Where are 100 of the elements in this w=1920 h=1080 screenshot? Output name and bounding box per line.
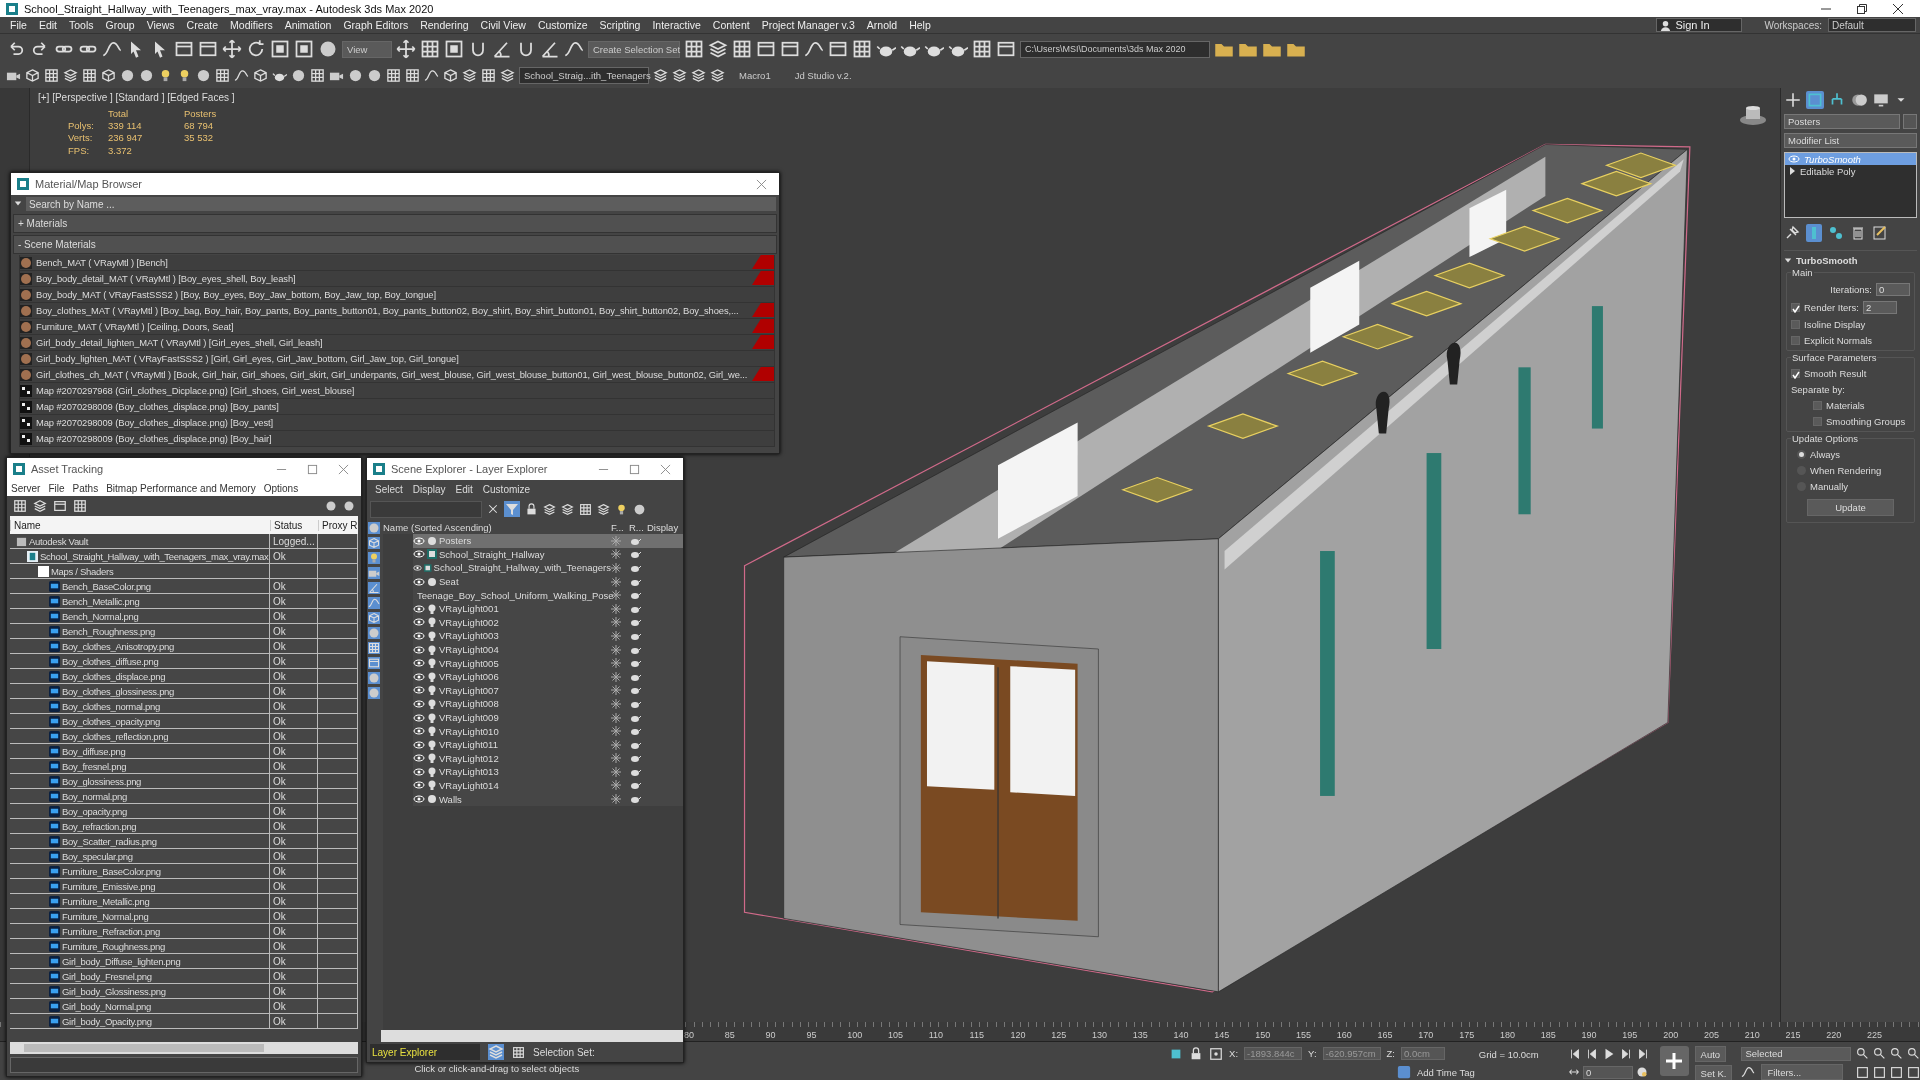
- window-icon[interactable]: [828, 39, 848, 59]
- material-row[interactable]: Map #2070298009 (Boy_clothes_displace.png) [Boy_hair]: [19, 431, 775, 447]
- window-icon[interactable]: [53, 499, 67, 513]
- scale-icon[interactable]: [270, 39, 290, 59]
- object-name-field[interactable]: Posters: [1784, 114, 1900, 129]
- path-field[interactable]: [10, 1057, 358, 1073]
- freeze-icon[interactable]: [611, 576, 621, 587]
- eye-icon[interactable]: [413, 630, 425, 641]
- group-header[interactable]: - Scene Materials: [13, 235, 777, 254]
- menu-item[interactable]: Edit: [32, 19, 63, 31]
- field-of-view-icon[interactable]: [1856, 1065, 1869, 1079]
- menu-item[interactable]: Interactive: [646, 19, 707, 31]
- eye-icon[interactable]: [413, 739, 425, 750]
- eye-icon[interactable]: [413, 794, 425, 805]
- window-icon[interactable]: [780, 39, 800, 59]
- eye-icon[interactable]: [413, 658, 425, 669]
- material-row[interactable]: Map #2070297968 (Girl_clothes_Dicplace.png) [Girl_shoes, Girl_west_blouse]: [19, 383, 775, 399]
- freeze-icon[interactable]: [611, 590, 621, 601]
- search-field[interactable]: [370, 500, 482, 518]
- macro-button[interactable]: Macro1: [729, 69, 781, 81]
- freeze-icon[interactable]: [611, 766, 621, 777]
- menu-item[interactable]: Create: [180, 19, 225, 31]
- freeze-icon[interactable]: [611, 753, 621, 764]
- scale-icon[interactable]: [444, 39, 464, 59]
- eye-icon[interactable]: [413, 780, 425, 791]
- eye-icon[interactable]: [413, 617, 425, 628]
- checkbox[interactable]: [1791, 336, 1800, 345]
- layers-icon[interactable]: [33, 499, 47, 513]
- grid-icon[interactable]: [732, 39, 752, 59]
- sphere-icon[interactable]: [348, 67, 363, 83]
- material-row[interactable]: Boy_body_detail_MAT ( VRayMtl ) [Boy_eyes_shell, Boy_leash]: [19, 271, 775, 287]
- layers-icon[interactable]: [63, 67, 78, 83]
- layer-row[interactable]: VRayLight003: [413, 629, 683, 643]
- layers-icon[interactable]: [500, 67, 515, 83]
- window-icon[interactable]: [996, 39, 1016, 59]
- column-header[interactable]: Display: [647, 521, 683, 533]
- trash-icon[interactable]: [1850, 225, 1866, 241]
- update-button[interactable]: Update: [1807, 499, 1894, 516]
- checkbox[interactable]: [1813, 401, 1822, 410]
- current-frame-field[interactable]: 0: [1583, 1065, 1634, 1079]
- menu-item[interactable]: Options: [263, 482, 299, 494]
- layers-icon[interactable]: [597, 502, 610, 516]
- layers-icon[interactable]: [710, 67, 725, 83]
- horizontal-scrollbar[interactable]: [10, 1042, 358, 1054]
- layer-row[interactable]: VRayLight005: [413, 656, 683, 670]
- render-teapot-icon[interactable]: [629, 590, 641, 601]
- auto-key-button[interactable]: Auto: [1694, 1046, 1727, 1062]
- zoom-extents-icon[interactable]: [1890, 1047, 1903, 1061]
- grid-icon[interactable]: [13, 499, 27, 513]
- selection-set-dropdown[interactable]: Create Selection Set: [588, 40, 680, 58]
- column-header[interactable]: Name: [10, 519, 270, 531]
- curve-icon[interactable]: [564, 39, 584, 59]
- time-tag-icon[interactable]: [1396, 1065, 1411, 1080]
- menu-item[interactable]: Display: [412, 483, 446, 495]
- eye-icon[interactable]: [413, 535, 425, 546]
- eye-icon[interactable]: [413, 698, 425, 709]
- checkbox[interactable]: [1791, 369, 1800, 378]
- menu-item[interactable]: Content: [706, 19, 756, 31]
- column-header[interactable]: Name (Sorted Ascending): [383, 521, 611, 533]
- freeze-icon[interactable]: [611, 617, 621, 628]
- maximize-icon[interactable]: [307, 463, 318, 475]
- pan-icon[interactable]: [1873, 1065, 1886, 1079]
- workspace-dropdown[interactable]: Default: [1828, 18, 1916, 32]
- render-teapot-icon[interactable]: [629, 780, 641, 791]
- curve-editor-icon[interactable]: [1741, 1065, 1756, 1079]
- sphere-icon[interactable]: [367, 67, 382, 83]
- grid-icon[interactable]: [684, 39, 704, 59]
- move-icon[interactable]: [396, 39, 416, 59]
- cube-icon[interactable]: [25, 67, 40, 83]
- grid-icon[interactable]: [512, 1045, 525, 1059]
- material-row[interactable]: Girl_body_lighten_MAT ( VRayFastSSS2 ) [Girl, Girl_eyes, Girl_Jaw_bottom, Girl_Jaw_top, Girl_tongue]: [19, 351, 775, 367]
- layers-icon[interactable]: [653, 67, 668, 83]
- sphere-icon[interactable]: [318, 39, 338, 59]
- freeze-icon[interactable]: [611, 698, 621, 709]
- layers-icon[interactable]: [561, 502, 574, 516]
- layer-row[interactable]: VRayLight013: [413, 765, 683, 779]
- eye-icon[interactable]: [413, 685, 425, 696]
- close-icon[interactable]: [1892, 2, 1904, 15]
- display-icon[interactable]: [1872, 91, 1890, 109]
- cube-icon[interactable]: [253, 67, 268, 83]
- create-icon[interactable]: [1784, 91, 1802, 109]
- render-teapot-icon[interactable]: [629, 794, 641, 805]
- make-unique-icon[interactable]: [1828, 225, 1844, 241]
- eye-icon[interactable]: [413, 712, 425, 723]
- angle-icon[interactable]: [492, 39, 512, 59]
- freeze-icon[interactable]: [611, 685, 621, 696]
- column-header[interactable]: Proxy R: [318, 519, 358, 531]
- set-key-mode-button[interactable]: Set K.: [1694, 1065, 1733, 1080]
- curve-icon[interactable]: [102, 39, 122, 59]
- menu-item[interactable]: Rendering: [414, 19, 475, 31]
- menu-item[interactable]: Tools: [63, 19, 100, 31]
- menu-item[interactable]: File: [4, 19, 33, 31]
- configure-icon[interactable]: [1872, 225, 1888, 241]
- menu-item[interactable]: Customize: [482, 483, 531, 495]
- material-row[interactable]: Boy_body_MAT ( VRayFastSSS2 ) [Boy, Boy_eyes, Boy_Jaw_bottom, Boy_Jaw_top, Boy_tongue]: [19, 287, 775, 303]
- material-row[interactable]: Furniture_MAT ( VRayMtl ) [Ceiling, Doors, Seat]: [19, 319, 775, 335]
- zoom-extents-all-icon[interactable]: [1907, 1047, 1920, 1061]
- freeze-icon[interactable]: [611, 794, 621, 805]
- eye-icon[interactable]: [413, 549, 425, 560]
- material-row[interactable]: Girl_body_detail_lighten_MAT ( VRayMtl ) [Girl_eyes_shell, Girl_leash]: [19, 335, 775, 351]
